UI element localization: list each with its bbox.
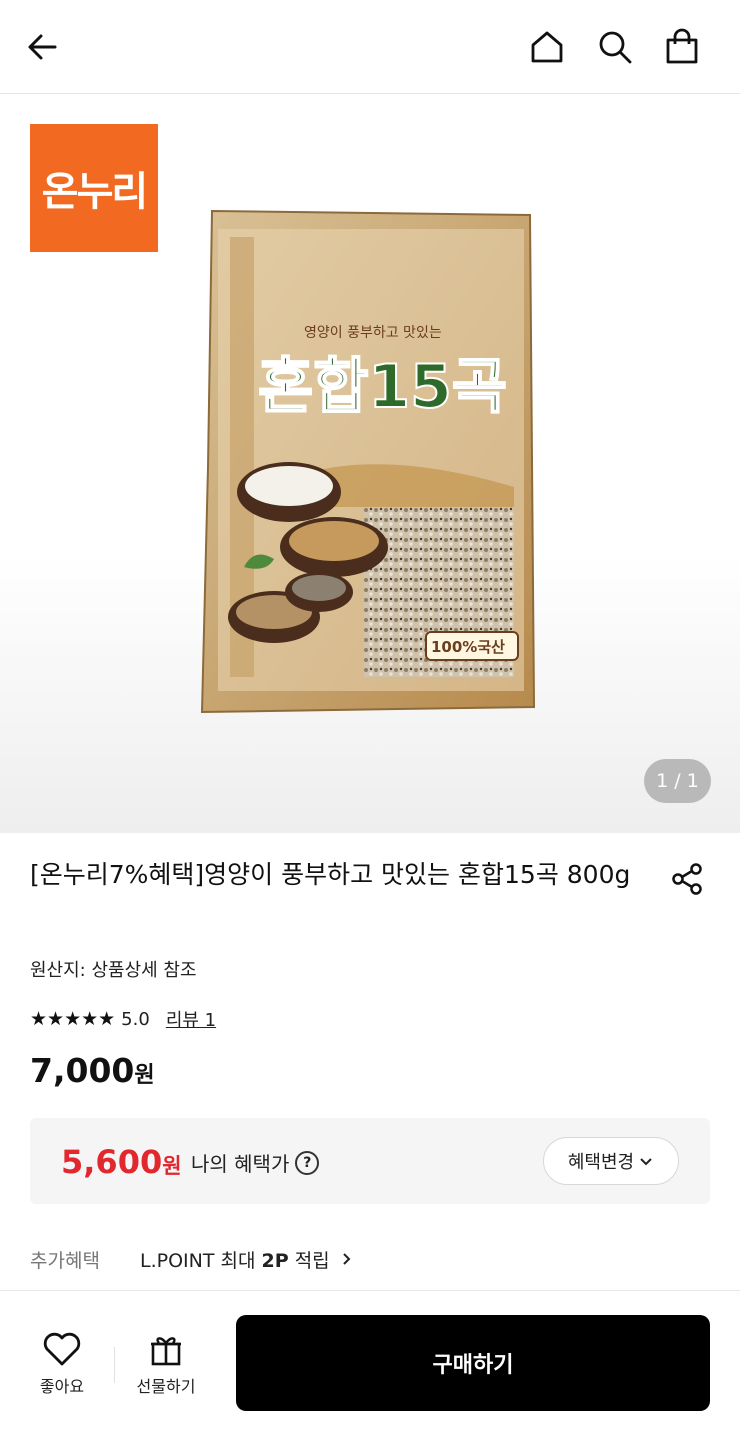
- benefit-price-unit: 원: [162, 1154, 182, 1178]
- extra-benefit-value: L.POINT 최대 2P 적립: [140, 1246, 330, 1273]
- search-icon: [599, 31, 632, 64]
- price-value: 7,000: [30, 1051, 135, 1090]
- arrow-left-icon: [28, 34, 57, 60]
- gift-button[interactable]: 선물하기: [124, 1331, 208, 1397]
- brand-logo-text: 온누리: [41, 169, 148, 215]
- gift-icon: [151, 1337, 181, 1366]
- share-button[interactable]: [666, 858, 708, 900]
- divider: [114, 1347, 115, 1383]
- like-button[interactable]: 좋아요: [22, 1331, 102, 1397]
- package-text-main: 혼합15곡: [258, 352, 507, 422]
- extra-value-suffix: 적립: [288, 1249, 330, 1272]
- extra-value-prefix: L.POINT 최대: [140, 1249, 262, 1272]
- bottom-action-bar: 좋아요 선물하기 구매하기: [0, 1290, 740, 1440]
- benefit-price-value: 5,600: [61, 1143, 163, 1181]
- benefit-change-button[interactable]: 혜택변경: [543, 1137, 679, 1185]
- share-icon: [672, 863, 702, 895]
- search-button[interactable]: [592, 24, 638, 70]
- heart-icon: [43, 1332, 81, 1366]
- image-counter: 1 / 1: [644, 759, 711, 803]
- gift-label: 선물하기: [136, 1377, 196, 1396]
- home-button[interactable]: [524, 24, 570, 70]
- back-button[interactable]: [20, 24, 66, 70]
- rating-score: 5.0: [121, 1008, 150, 1030]
- benefit-change-label: 혜택변경: [567, 1152, 635, 1173]
- review-link[interactable]: 리뷰 1: [166, 1006, 216, 1032]
- product-price: 7,000원: [30, 1051, 155, 1090]
- product-image-gallery[interactable]: 온누리 영양이 풍부하고 맛있는 혼합15곡 100%국산 1 / 1: [0, 95, 740, 833]
- rating-stars: ★★★★★: [30, 1008, 116, 1030]
- chevron-down-icon: [640, 1158, 652, 1166]
- rating-row: ★★★★★ 5.0 리뷰 1: [30, 1006, 216, 1032]
- product-image: 영양이 풍부하고 맛있는 혼합15곡 100%국산: [200, 209, 536, 714]
- benefit-price: 5,600원: [61, 1143, 182, 1181]
- product-title: [온누리7%혜택]영양이 풍부하고 맛있는 혼합15곡 800g: [30, 860, 631, 889]
- extra-benefit-row[interactable]: 추가혜택 L.POINT 최대 2P 적립: [30, 1244, 354, 1274]
- extra-benefit-label: 추가혜택: [30, 1249, 100, 1272]
- price-unit: 원: [134, 1063, 155, 1088]
- package-badge: 100%국산: [431, 638, 505, 656]
- chevron-right-icon: [342, 1253, 351, 1265]
- origin-info: 원산지: 상품상세 참조: [30, 960, 197, 981]
- benefit-label: 나의 혜택가 ?: [191, 1148, 320, 1177]
- shopping-bag-icon: [666, 28, 698, 64]
- cart-button[interactable]: [659, 24, 705, 70]
- help-icon[interactable]: ?: [295, 1150, 320, 1175]
- package-text-top: 영양이 풍부하고 맛있는: [304, 325, 442, 341]
- product-detail-page: 온누리 영양이 풍부하고 맛있는 혼합15곡 100%국산 1 / 1 [온누리…: [0, 0, 740, 1440]
- benefit-label-text: 나의 혜택가: [191, 1152, 290, 1176]
- buy-button[interactable]: 구매하기: [236, 1315, 710, 1411]
- extra-value-points: 2P: [261, 1249, 289, 1272]
- brand-logo: 온누리: [30, 124, 158, 252]
- like-label: 좋아요: [39, 1377, 85, 1396]
- top-bar: [0, 0, 740, 94]
- benefit-price-box: 5,600원 나의 혜택가 ? 혜택변경: [30, 1118, 710, 1204]
- home-icon: [531, 31, 563, 63]
